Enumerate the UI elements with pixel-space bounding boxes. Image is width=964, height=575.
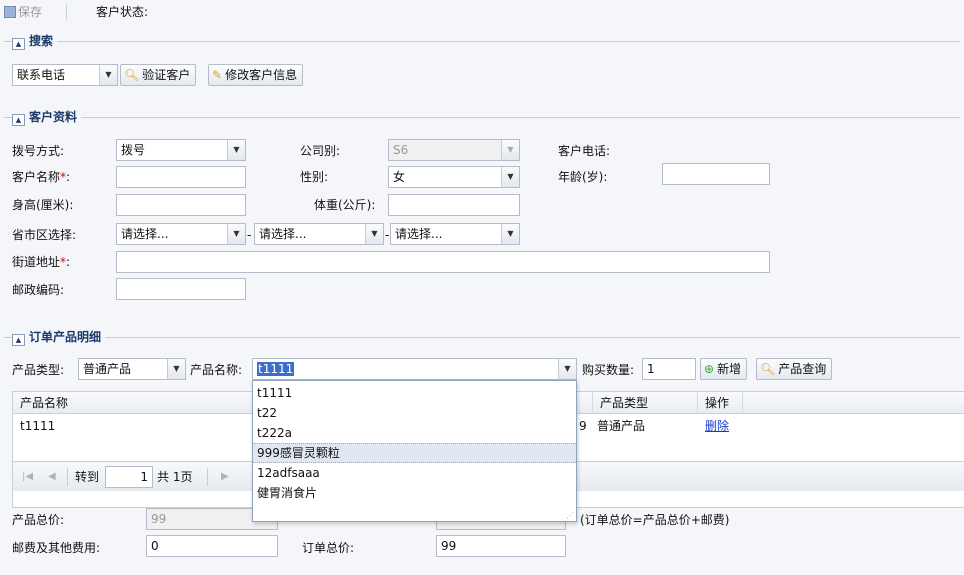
chevron-down-icon: ▼ (365, 224, 383, 244)
chevron-down-icon: ▼ (501, 224, 519, 244)
product-name-combo[interactable]: t1111 ▼ (252, 358, 577, 380)
dial-method-label: 拨号方式: (12, 144, 65, 158)
search-type-select[interactable]: 联系电话 ▼ (12, 64, 118, 86)
customer-fieldset-legend[interactable]: ▲ 客户资料 (12, 109, 82, 126)
customer-name-input[interactable] (116, 166, 246, 188)
dash-separator: - (247, 228, 252, 242)
product-query-button[interactable]: 🔍︎ 产品查询 (756, 358, 833, 380)
order-formula-note: (订单总价=产品总价+邮费) (580, 513, 730, 527)
collapse-icon[interactable]: ▲ (12, 38, 25, 50)
zip-input[interactable] (116, 278, 246, 300)
floppy-disk-icon (4, 6, 16, 18)
weight-label: 体重(公斤): (314, 198, 376, 212)
first-page-icon[interactable]: |◀ (22, 469, 33, 485)
quantity-label: 购买数量: (582, 363, 635, 377)
pager-divider (67, 468, 68, 486)
product-type-select[interactable]: 普通产品 ▼ (78, 358, 186, 380)
cell-partial-value: 9 (579, 419, 587, 433)
search-fieldset-line (4, 41, 960, 42)
chevron-down-icon: ▼ (501, 140, 519, 160)
street-label: 街道地址*: (12, 255, 71, 269)
company-label: 公司别: (300, 144, 341, 158)
pencil-icon: ✎ (212, 68, 223, 82)
product-type-label: 产品类型: (12, 363, 65, 377)
age-label: 年龄(岁): (558, 170, 608, 184)
customer-status-label: 客户状态: (96, 5, 149, 19)
product-name-label: 产品名称: (190, 363, 243, 377)
chevron-down-icon[interactable]: ▼ (558, 359, 576, 379)
customer-phone-label: 客户电话: (558, 144, 611, 158)
city-select[interactable]: 请选择... ▼ (254, 223, 384, 245)
gender-label: 性别: (300, 170, 329, 184)
gender-select[interactable]: 女 ▼ (388, 166, 520, 188)
dropdown-option[interactable]: 12adfsaaa (253, 463, 576, 483)
postage-input[interactable]: 0 (146, 535, 278, 557)
pager-divider (207, 468, 208, 486)
zip-label: 邮政编码: (12, 283, 65, 297)
height-input[interactable] (116, 194, 246, 216)
verify-customer-button[interactable]: 🔍︎ 验证客户 (120, 64, 197, 86)
toolbar-divider (66, 4, 67, 20)
goto-label: 转到 (75, 470, 100, 484)
district-select[interactable]: 请选择... ▼ (390, 223, 520, 245)
company-select: S6 ▼ (388, 139, 520, 161)
save-button[interactable]: 保存 (4, 4, 42, 20)
province-select[interactable]: 请选择... ▼ (116, 223, 246, 245)
collapse-icon[interactable]: ▲ (12, 334, 25, 346)
cell-product-name: t1111 (20, 419, 56, 433)
dropdown-option[interactable]: 健胃消食片 (253, 483, 576, 503)
column-header-action[interactable]: 操作 (698, 392, 743, 414)
resize-grip-icon[interactable]: ⋰ (566, 511, 574, 521)
chevron-down-icon: ▼ (167, 359, 185, 379)
chevron-down-icon: ▼ (501, 167, 519, 187)
toolbar: 保存 客户状态: (0, 0, 964, 24)
region-label: 省市区选择: (12, 228, 77, 242)
order-total-input: 99 (436, 535, 566, 557)
chevron-down-icon: ▼ (227, 140, 245, 160)
chevron-down-icon: ▼ (227, 224, 245, 244)
dropdown-option[interactable]: t222a (253, 423, 576, 443)
delete-link[interactable]: 删除 (705, 417, 729, 435)
street-input[interactable] (116, 251, 770, 273)
order-fieldset-legend[interactable]: ▲ 订单产品明细 (12, 329, 106, 346)
cell-product-type: 普通产品 (597, 419, 646, 433)
magnifier-icon: 🔍︎ (760, 362, 776, 376)
weight-input[interactable] (388, 194, 520, 216)
save-label: 保存 (18, 5, 43, 19)
postage-label: 邮费及其他费用: (12, 541, 101, 555)
dropdown-option-highlighted[interactable]: 999感冒灵颗粒 (253, 443, 576, 463)
dropdown-option[interactable]: t1111 (253, 383, 576, 403)
dash-separator: - (385, 228, 390, 242)
total-pages-label: 共 1页 (157, 470, 193, 484)
order-total-label: 订单总价: (302, 541, 355, 555)
page-input[interactable]: 1 (105, 466, 153, 488)
product-name-value: t1111 (257, 362, 295, 376)
prev-page-icon[interactable]: ◀ (48, 469, 56, 485)
order-fieldset-line (4, 337, 960, 338)
collapse-icon[interactable]: ▲ (12, 114, 25, 126)
quantity-input[interactable]: 1 (642, 358, 696, 380)
customer-fieldset-line (4, 117, 960, 118)
chevron-down-icon: ▼ (99, 65, 117, 85)
dropdown-option[interactable]: t22 (253, 403, 576, 423)
height-label: 身高(厘米): (12, 198, 74, 212)
add-product-button[interactable]: ⊕ 新增 (700, 358, 748, 380)
product-total-label: 产品总价: (12, 513, 65, 527)
search-fieldset-legend[interactable]: ▲ 搜索 (12, 33, 58, 50)
modify-customer-button[interactable]: ✎ 修改客户信息 (208, 64, 304, 86)
column-header-product-type[interactable]: 产品类型 (593, 392, 698, 414)
next-page-icon[interactable]: ▶ (221, 469, 229, 485)
dial-method-select[interactable]: 拨号 ▼ (116, 139, 246, 161)
add-icon: ⊕ (704, 362, 715, 376)
product-name-dropdown: t1111 t22 t222a 999感冒灵颗粒 12adfsaaa 健胃消食片… (252, 380, 577, 522)
magnifier-icon: 🔍︎ (124, 68, 140, 82)
customer-name-label: 客户名称*: (12, 170, 71, 184)
age-input[interactable] (662, 163, 770, 185)
